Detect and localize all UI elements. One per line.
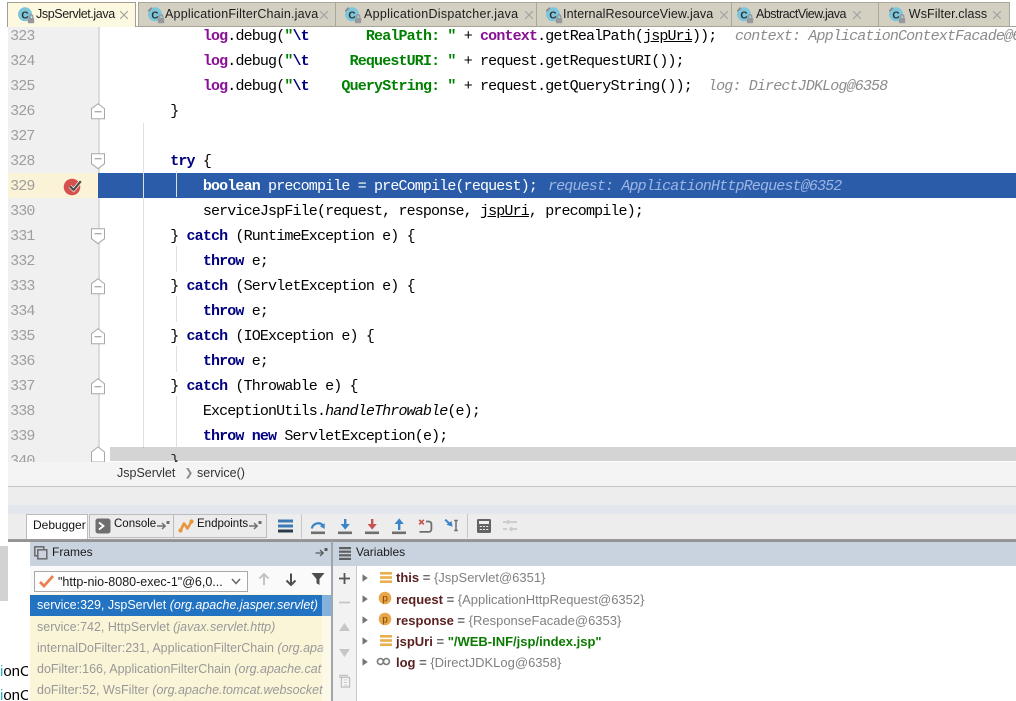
svg-text:C: C xyxy=(549,10,556,21)
svg-text:p: p xyxy=(382,615,388,626)
svg-text:C: C xyxy=(21,10,28,21)
svg-text:p: p xyxy=(382,594,388,605)
svg-text:C: C xyxy=(892,10,899,21)
svg-text:C: C xyxy=(740,10,747,21)
svg-text:C: C xyxy=(151,10,158,21)
svg-text:C: C xyxy=(348,10,355,21)
